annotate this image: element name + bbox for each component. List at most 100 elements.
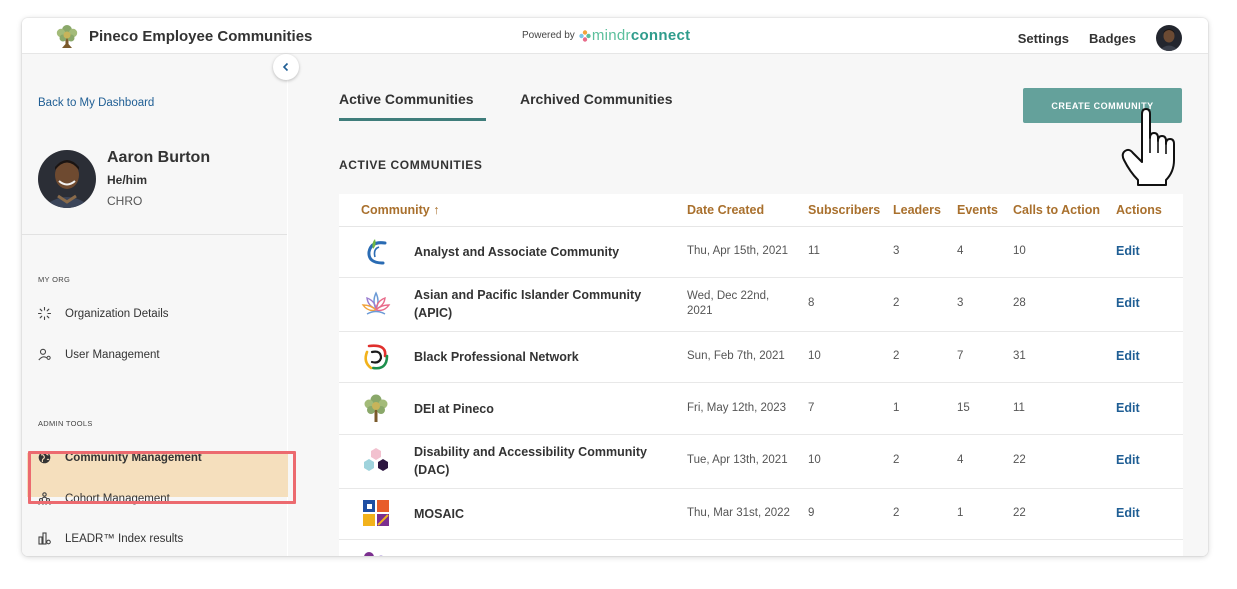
subscribers-count: 10 bbox=[808, 454, 821, 466]
collapse-sidebar-button[interactable] bbox=[273, 54, 299, 80]
sidebar-item-user-management[interactable]: User Management bbox=[38, 348, 160, 361]
user-avatar[interactable] bbox=[1156, 25, 1182, 51]
communities-table: Community ↑ Date Created Subscribers Lea… bbox=[339, 194, 1183, 556]
knot-logo-icon bbox=[364, 344, 389, 370]
top-links: Settings Badges bbox=[1018, 25, 1182, 51]
table-header: Community ↑ Date Created Subscribers Lea… bbox=[339, 194, 1183, 227]
subscribers-count: 7 bbox=[808, 402, 815, 414]
events-count: 4 bbox=[957, 245, 964, 257]
date-created: Thu, Apr 15th, 2021 bbox=[687, 245, 789, 257]
tree-logo-icon bbox=[364, 394, 388, 422]
tab-active-communities[interactable]: Active Communities bbox=[339, 91, 474, 107]
table-row[interactable]: Disability and Accessibility Community (… bbox=[339, 435, 1183, 489]
edit-link[interactable]: Edit bbox=[1116, 453, 1140, 467]
back-to-dashboard-link[interactable]: Back to My Dashboard bbox=[38, 97, 154, 109]
events-count: 4 bbox=[957, 454, 964, 466]
mosaic-logo-icon bbox=[363, 500, 389, 526]
calls-to-action-count: 22 bbox=[1013, 507, 1026, 519]
edit-link[interactable]: Edit bbox=[1116, 506, 1140, 520]
brand[interactable]: Pineco Employee Communities bbox=[54, 23, 312, 49]
sidebar-item-organization-details[interactable]: Organization Details bbox=[38, 307, 169, 320]
chevron-left-icon bbox=[282, 62, 289, 72]
mindr-connect-icon bbox=[579, 29, 591, 42]
column-header-actions: Actions bbox=[1116, 203, 1162, 217]
column-header-leaders[interactable]: Leaders bbox=[893, 203, 941, 217]
table-row[interactable]: Analyst and Associate Community Thu, Apr… bbox=[339, 227, 1183, 278]
events-count: 3 bbox=[957, 297, 964, 309]
tab-archived-communities[interactable]: Archived Communities bbox=[520, 91, 672, 107]
table-row[interactable]: DEI at Pineco Fri, May 12th, 2023 7 1 15… bbox=[339, 383, 1183, 435]
column-header-community[interactable]: Community ↑ bbox=[361, 203, 439, 217]
profile-photo bbox=[38, 150, 96, 208]
table-row[interactable]: Black Professional Network Sun, Feb 7th,… bbox=[339, 332, 1183, 383]
profile-name: Aaron Burton bbox=[107, 149, 211, 166]
app-window: Pineco Employee Communities Powered by m… bbox=[22, 18, 1208, 556]
subscribers-count: 8 bbox=[808, 297, 815, 309]
community-name[interactable]: Black Professional Network bbox=[414, 348, 579, 366]
sidebar-item-label: User Management bbox=[65, 348, 160, 361]
events-count: 7 bbox=[957, 350, 964, 362]
leaders-count: 1 bbox=[893, 402, 900, 414]
edit-link[interactable]: Edit bbox=[1116, 349, 1140, 363]
profile-title: CHRO bbox=[107, 194, 143, 208]
events-count: 15 bbox=[957, 402, 970, 414]
user-gear-icon bbox=[38, 348, 51, 361]
hexagons-logo-icon bbox=[364, 448, 388, 471]
calls-to-action-count: 11 bbox=[1013, 402, 1025, 414]
column-header-subscribers[interactable]: Subscribers bbox=[808, 203, 880, 217]
profile-pronouns: He/him bbox=[107, 173, 148, 187]
hand-pointer-icon bbox=[1121, 108, 1175, 186]
community-name[interactable]: MOSAIC bbox=[414, 505, 464, 523]
powered-by-label: Powered by bbox=[522, 30, 575, 41]
leaders-count: 2 bbox=[893, 507, 900, 519]
date-created: Wed, Dec 22nd, 2021 bbox=[687, 290, 770, 317]
top-bar: Pineco Employee Communities Powered by m… bbox=[22, 18, 1208, 54]
edit-link[interactable]: Edit bbox=[1116, 244, 1140, 258]
leaders-count: 2 bbox=[893, 297, 900, 309]
column-header-events[interactable]: Events bbox=[957, 203, 998, 217]
calls-to-action-count: 31 bbox=[1013, 350, 1026, 362]
date-created: Sun, Feb 7th, 2021 bbox=[687, 350, 785, 362]
brand-mindr: mindr bbox=[591, 27, 631, 44]
community-name[interactable]: DEI at Pineco bbox=[414, 400, 494, 418]
table-row[interactable]: MOSAIC Thu, Mar 31st, 2022 9 2 1 22 Edit bbox=[339, 489, 1183, 540]
community-name[interactable]: Asian and Pacific Islander Community (AP… bbox=[414, 286, 654, 322]
badges-link[interactable]: Badges bbox=[1089, 31, 1136, 46]
section-heading: ACTIVE COMMUNITIES bbox=[339, 158, 483, 172]
calls-to-action-count: 22 bbox=[1013, 454, 1026, 466]
edit-link[interactable]: Edit bbox=[1116, 401, 1140, 415]
column-header-calls-to-action[interactable]: Calls to Action bbox=[1013, 203, 1100, 217]
powered-by: Powered by mindr connect bbox=[522, 27, 690, 44]
section-label-admin-tools: ADMIN TOOLS bbox=[38, 419, 93, 428]
edit-link[interactable]: Edit bbox=[1116, 296, 1140, 310]
date-created: Thu, Mar 31st, 2022 bbox=[687, 507, 790, 519]
brand-connect: connect bbox=[630, 27, 691, 44]
sidebar-item-label: Organization Details bbox=[65, 307, 169, 320]
events-count: 1 bbox=[957, 507, 964, 519]
active-tab-underline bbox=[339, 118, 486, 121]
profile-photo-icon bbox=[38, 150, 96, 208]
chart-icon bbox=[38, 532, 51, 545]
sidebar-divider bbox=[22, 234, 287, 235]
column-header-date-created[interactable]: Date Created bbox=[687, 203, 764, 217]
swirl-logo-icon bbox=[367, 239, 387, 265]
app-name: Pineco Employee Communities bbox=[89, 27, 313, 45]
calls-to-action-count: 28 bbox=[1013, 297, 1026, 309]
sparkle-icon bbox=[38, 307, 51, 320]
leaders-count: 3 bbox=[893, 245, 900, 257]
dots-logo-icon bbox=[364, 552, 383, 556]
calls-to-action-count: 10 bbox=[1013, 245, 1026, 257]
pine-tree-logo-icon bbox=[56, 25, 78, 48]
section-label-my-org: MY ORG bbox=[38, 275, 71, 284]
settings-link[interactable]: Settings bbox=[1018, 31, 1069, 46]
date-created: Tue, Apr 13th, 2021 bbox=[687, 454, 788, 466]
leaders-count: 2 bbox=[893, 454, 900, 466]
community-name[interactable]: Disability and Accessibility Community (… bbox=[414, 443, 654, 479]
sidebar-item-leadr-index[interactable]: LEADR™ Index results bbox=[38, 532, 183, 545]
subscribers-count: 10 bbox=[808, 350, 821, 362]
sidebar: Back to My Dashboard Aaron Burton He/him… bbox=[22, 54, 296, 556]
table-row[interactable]: Asian and Pacific Islander Community (AP… bbox=[339, 278, 1183, 332]
sidebar-item-label: LEADR™ Index results bbox=[65, 532, 184, 545]
table-row[interactable] bbox=[339, 540, 1183, 556]
community-name[interactable]: Analyst and Associate Community bbox=[414, 243, 619, 261]
